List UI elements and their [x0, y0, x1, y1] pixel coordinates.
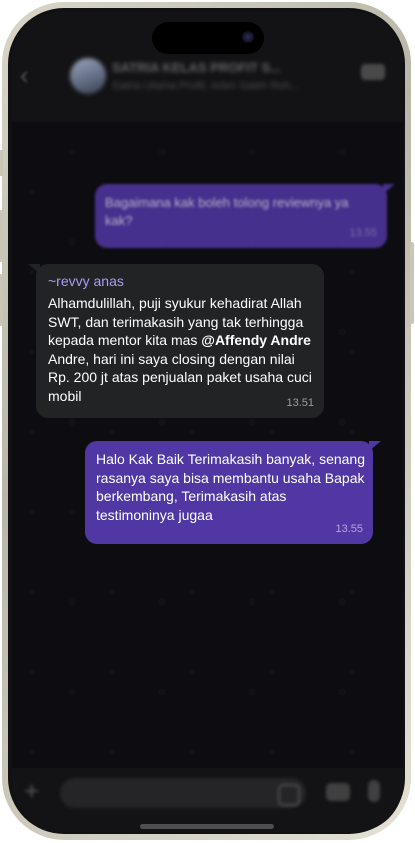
front-camera-icon: [242, 31, 254, 43]
group-name[interactable]: SATRIA KELAS PROFIT S...: [112, 60, 322, 75]
chevron-left-icon[interactable]: ‹: [20, 60, 29, 91]
home-indicator[interactable]: [140, 824, 274, 829]
message-text-part: Andre, hari ini saya closing dengan nila…: [48, 350, 312, 404]
message-time: 13.51: [286, 396, 314, 409]
message-text: Alhamdulillah, puji syukur kehadirat All…: [48, 294, 318, 405]
group-members: Satria Utama Profit, Arlen Saleh Roh...: [112, 80, 300, 92]
bubble-tail: [369, 441, 381, 451]
sender-name[interactable]: ~revvy anas: [48, 272, 124, 291]
sticker-icon[interactable]: [278, 784, 300, 806]
dynamic-island: [152, 22, 264, 54]
chat-screen: ‹ SATRIA KELAS PROFIT S... Satria Utama …: [12, 12, 403, 832]
group-avatar[interactable]: [70, 58, 106, 94]
bubble-tail: [383, 184, 395, 194]
user-mention[interactable]: @Affendy Andre: [201, 332, 311, 348]
incoming-message[interactable]: ~revvy anas Alhamdulillah, puji syukur k…: [28, 264, 324, 418]
microphone-icon[interactable]: [368, 780, 380, 802]
message-input[interactable]: [60, 778, 306, 808]
message-time: 13.55: [349, 226, 377, 239]
power-button: [410, 242, 414, 324]
message-input-bar: +: [12, 768, 403, 832]
plus-icon[interactable]: +: [24, 776, 39, 807]
message-text: Halo Kak Baik Terimakasih banyak, senang…: [96, 451, 366, 523]
outgoing-message[interactable]: Halo Kak Baik Terimakasih banyak, senang…: [85, 441, 381, 544]
silent-switch: [0, 150, 3, 176]
volume-up-button: [0, 210, 3, 262]
outgoing-message[interactable]: Bagaimana kak boleh tolong reviewnya ya …: [95, 184, 395, 248]
message-text: Bagaimana kak boleh tolong reviewnya ya …: [105, 195, 349, 228]
bubble-tail: [28, 264, 40, 274]
camera-icon[interactable]: [326, 783, 350, 801]
volume-down-button: [0, 274, 3, 326]
message-time: 13.55: [335, 522, 363, 535]
video-call-icon[interactable]: [361, 64, 385, 80]
